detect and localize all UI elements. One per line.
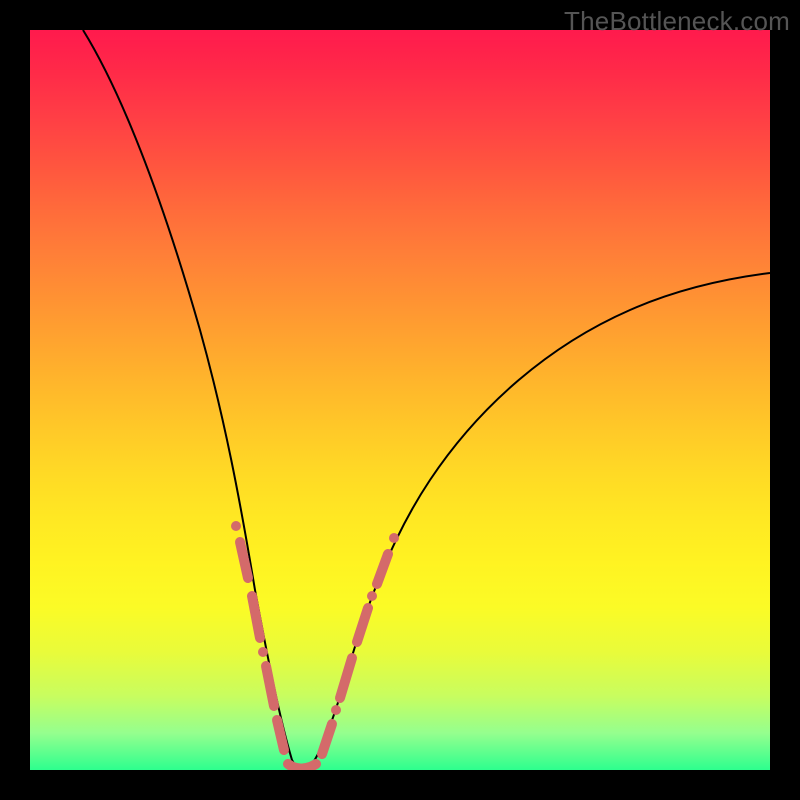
bead-segment [277,720,284,750]
watermark-label: TheBottleneck.com [564,6,790,37]
bead-segment [266,666,274,706]
bottleneck-curve-path [83,30,770,769]
bead-overlay [231,521,399,769]
bead-dot [331,705,341,715]
bottleneck-curve-svg [30,30,770,770]
plot-frame [30,30,770,770]
bead-dot [367,591,377,601]
bead-segment-bottom [288,764,316,769]
bead-segment [340,658,352,698]
bead-segment [357,608,368,642]
chart-stage: TheBottleneck.com [0,0,800,800]
bead-segment [322,724,332,754]
bead-segment [252,596,260,638]
bead-segment [377,554,388,584]
bead-dot [231,521,241,531]
bead-dot [389,533,399,543]
bead-dot [258,647,268,657]
